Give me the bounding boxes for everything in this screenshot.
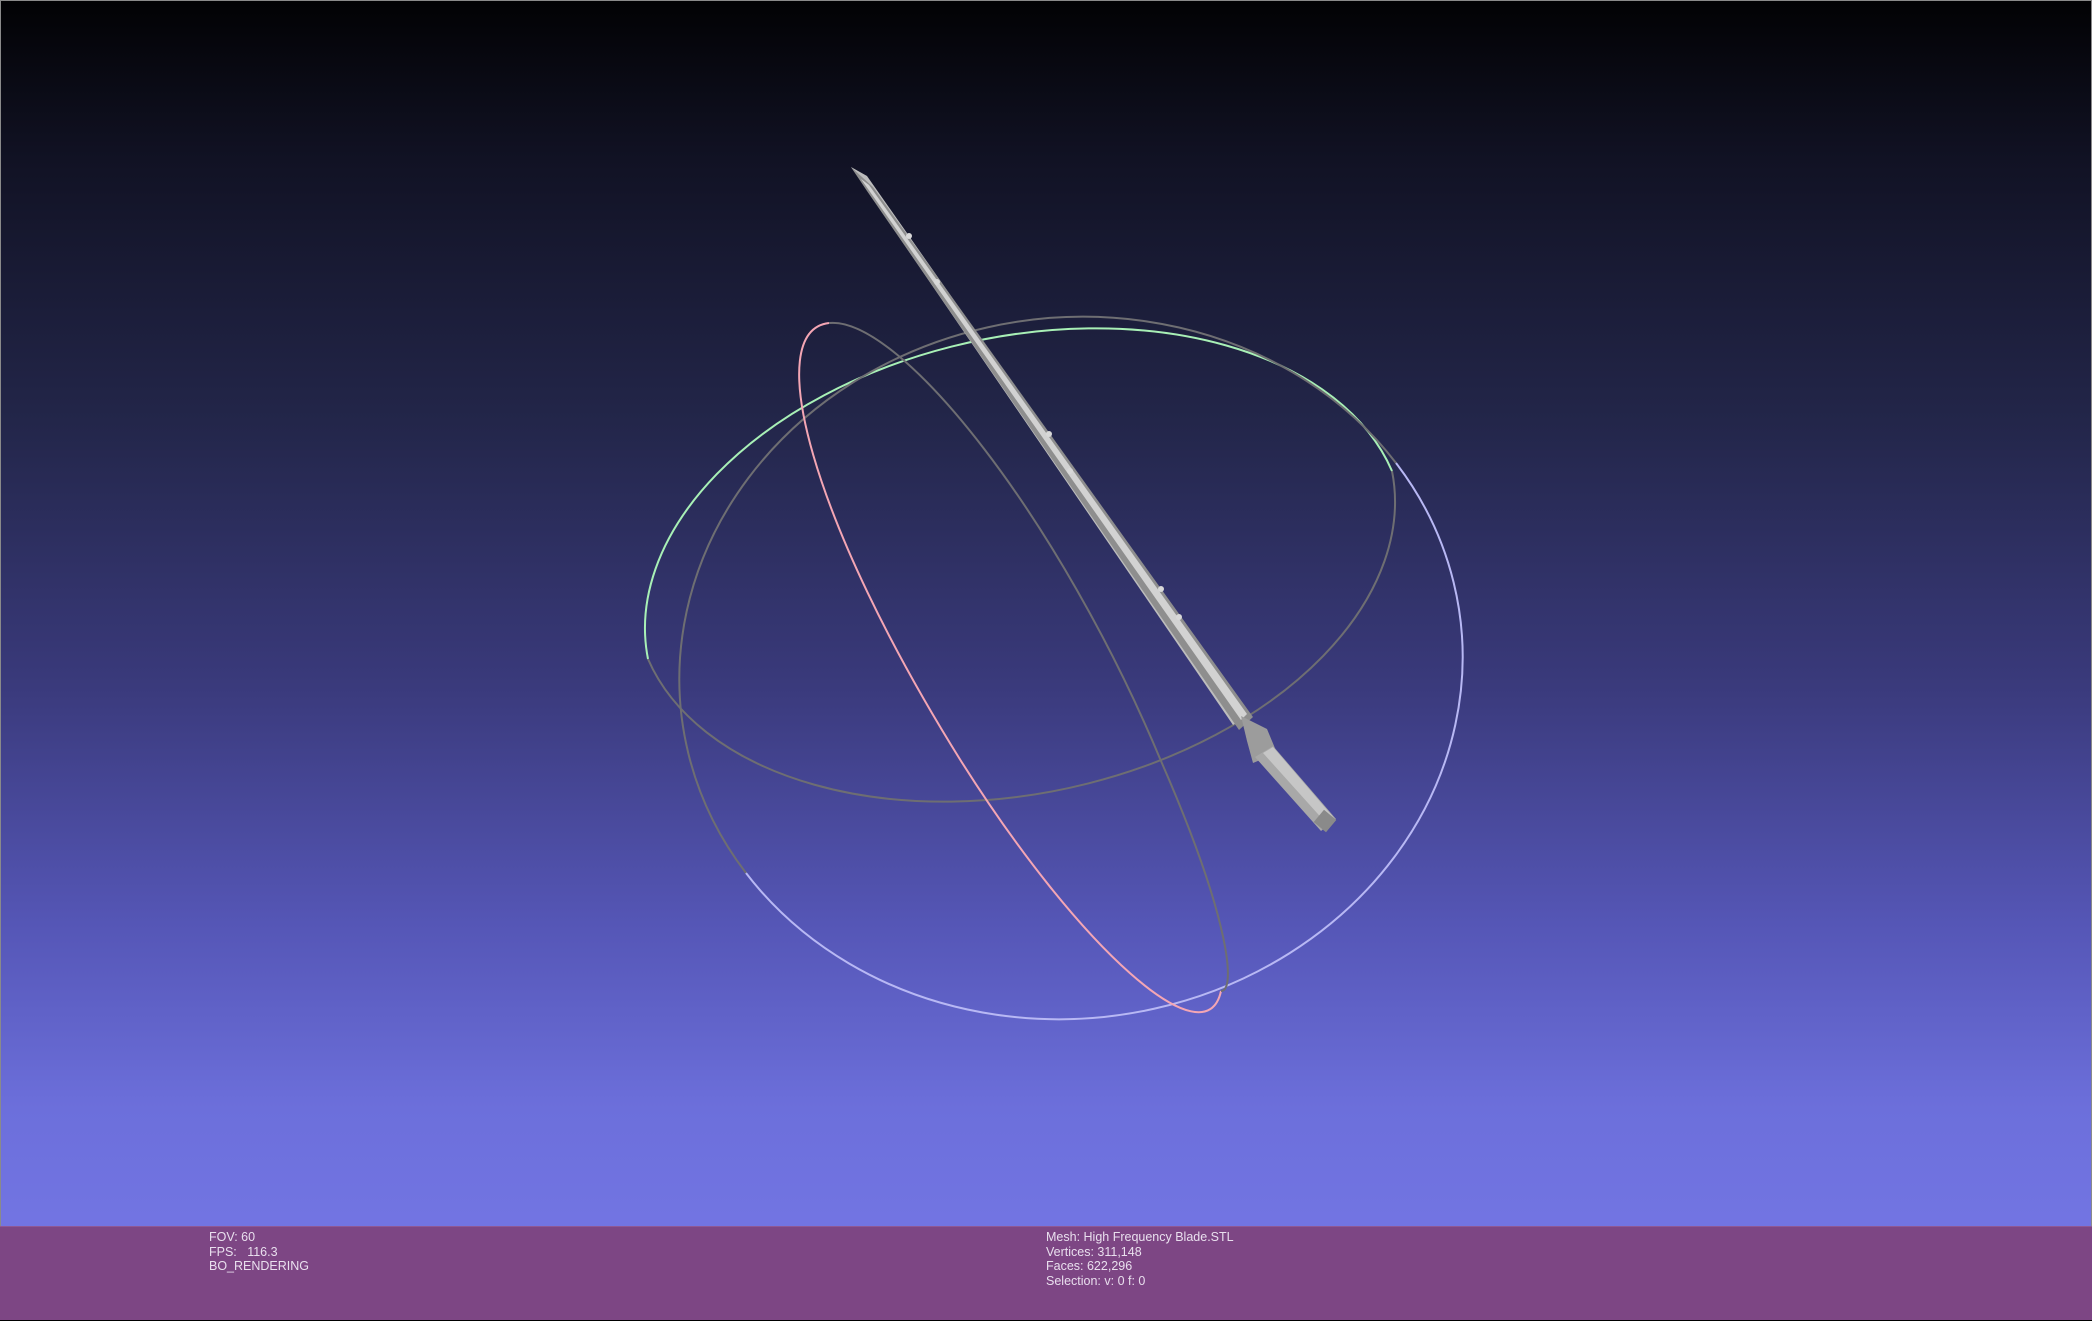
blade-notch	[1158, 586, 1164, 592]
trackball-ring-x-pink[interactable]	[798, 322, 1222, 1014]
mesh-info-panel: Mesh: High Frequency Blade.STL Vertices:…	[1046, 1230, 1234, 1288]
render-mode-label: BO_RENDERING	[209, 1259, 310, 1274]
blade-notch	[1046, 431, 1052, 437]
selection-label: Selection: v: 0 f: 0	[1046, 1273, 1146, 1288]
blade-model[interactable]	[851, 167, 1337, 833]
blade-notch	[934, 279, 940, 285]
blade-notch	[906, 233, 912, 239]
trackball-ring-y-gray[interactable]	[647, 470, 1397, 803]
faces-count-label: Faces: 622,296	[1046, 1259, 1133, 1274]
trackball[interactable]	[643, 315, 1464, 1021]
fps-label: FPS: 116.3	[209, 1244, 278, 1259]
trackball-ring-z-blue[interactable]	[745, 462, 1464, 1021]
blade-spine	[861, 179, 1247, 720]
blade-notch	[1067, 468, 1073, 474]
scene-canvas[interactable]	[1, 1, 2092, 1321]
3d-viewport[interactable]	[0, 0, 2092, 1320]
trackball-ring-y-green[interactable]	[643, 327, 1393, 660]
mesh-name-label: Mesh: High Frequency Blade.STL	[1046, 1230, 1234, 1244]
render-info-panel: FOV: 60 FPS: 116.3 BO_RENDERING	[209, 1230, 309, 1274]
fov-label: FOV: 60	[209, 1230, 256, 1244]
blade-notch	[1176, 614, 1182, 620]
vertices-count-label: Vertices: 311,148	[1046, 1244, 1142, 1259]
